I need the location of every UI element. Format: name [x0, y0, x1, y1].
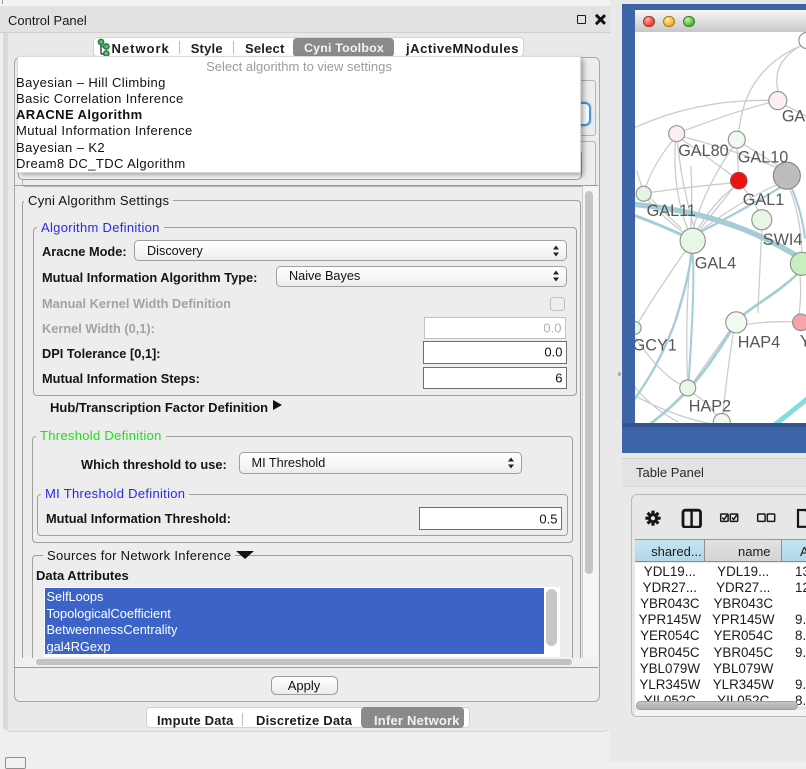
svg-text:GAL4: GAL4 — [694, 254, 735, 272]
svg-text:GAL11: GAL11 — [646, 202, 695, 220]
svg-text:HAP4: HAP4 — [737, 333, 779, 351]
svg-text:GAL10: GAL10 — [737, 148, 788, 166]
svg-text:SWI4: SWI4 — [762, 230, 802, 248]
svg-text:GCY1: GCY1 — [635, 336, 677, 354]
svg-text:Y: Y — [799, 332, 806, 350]
svg-text:GAL7: GAL7 — [781, 107, 806, 125]
svg-text:GAL80: GAL80 — [678, 142, 729, 160]
svg-text:HAP2: HAP2 — [688, 397, 730, 415]
svg-text:GAL1: GAL1 — [742, 191, 783, 209]
